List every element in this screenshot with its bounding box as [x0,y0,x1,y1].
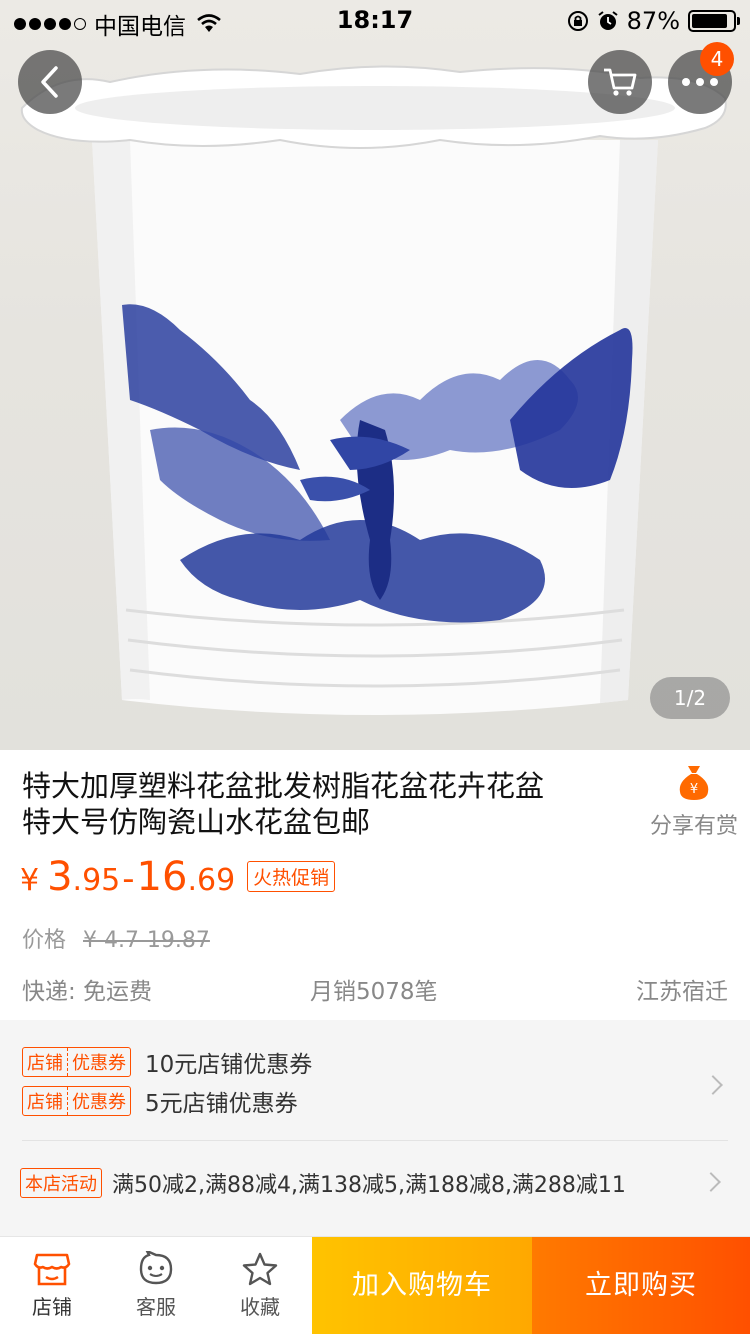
coupon-list[interactable]: 店铺 优惠券 10元店铺优惠券 店铺 优惠券 5元店铺优惠券 [22,1042,728,1140]
original-price-value: ¥ 4.7-19.87 [83,928,210,953]
product-info: 特大加厚塑料花盆批发树脂花盆花卉花盆 特大号仿陶瓷山水花盆包邮 ¥ 分享有赏 ¥… [0,750,750,1020]
svg-text:¥: ¥ [690,782,698,797]
store-activity[interactable]: 本店活动 满50减2,满88减4,满138减5,满188减8,满288减11 [20,1167,728,1199]
monthly-sales: 月销5078笔 [310,979,438,1005]
bottom-action-bar: 店铺 客服 收藏 加入购物车 立即购买 [0,1236,750,1334]
price-range-dash: - [122,859,135,899]
favorite-tab-label: 收藏 [240,1295,280,1319]
coupon-text: 5元店铺优惠券 [145,1090,298,1117]
original-price-label: 价格 [22,928,67,953]
star-icon [242,1252,278,1286]
product-title-line-1: 特大加厚塑料花盆批发树脂花盆花卉花盆 [22,769,545,803]
store-tab-label: 店铺 [32,1295,72,1319]
store-icon [33,1253,71,1286]
shipping-fee: 快递: 免运费 [22,979,153,1005]
orientation-lock-icon [567,11,588,31]
chat-face-icon [139,1251,173,1285]
chevron-right-icon [703,1075,723,1095]
battery-percent: 87% [626,7,680,35]
original-price: 价格 ¥ 4.7-19.87 [22,922,210,954]
share-label: 分享有赏 [649,814,738,839]
alarm-icon [598,11,618,30]
product-image-gallery[interactable]: 中国电信 18:17 87% 4 1/2 [0,0,750,750]
ship-from-location: 江苏宿迁 [636,979,728,1005]
status-bar: 中国电信 18:17 87% [0,0,750,40]
divider [22,1140,728,1141]
product-title: 特大加厚塑料花盆批发树脂花盆花卉花盆 特大号仿陶瓷山水花盆包邮 [22,768,622,840]
coupon-tag: 店铺 优惠券 [22,1046,131,1077]
cart-button[interactable] [588,50,652,114]
activity-tag: 本店活动 [20,1168,102,1198]
more-dots-icon [682,78,718,86]
promotions-section: 店铺 优惠券 10元店铺优惠券 店铺 优惠券 5元店铺优惠券 [0,1020,750,1236]
share-button[interactable]: ¥ 分享有赏 [642,764,746,840]
price-high-decimal: .69 [187,863,236,898]
store-tab[interactable]: 店铺 [0,1237,104,1334]
coupon-text: 10元店铺优惠券 [145,1051,313,1078]
buy-now-button[interactable]: 立即购买 [532,1237,750,1334]
customer-service-tab-label: 客服 [136,1295,176,1319]
add-to-cart-button[interactable]: 加入购物车 [312,1237,532,1334]
back-button[interactable] [18,50,82,114]
coupon-tag: 店铺 优惠券 [22,1085,131,1116]
battery-icon [688,10,740,32]
shopping-cart-icon [604,68,637,96]
currency-symbol: ¥ [20,863,40,898]
notification-badge: 4 [700,42,734,76]
chevron-left-icon [41,66,58,98]
price-low-integer: 3 [47,854,73,900]
product-image [20,65,727,715]
price: ¥ 3 .95 - 16 .69 火热促销 [20,854,336,900]
favorite-tab[interactable]: 收藏 [208,1237,312,1334]
customer-service-tab[interactable]: 客服 [104,1237,208,1334]
coupon-item[interactable]: 店铺 优惠券 5元店铺优惠券 [22,1081,728,1120]
promo-tag: 火热促销 [247,861,336,892]
image-pager: 1/2 [650,677,730,719]
coupon-item[interactable]: 店铺 优惠券 10元店铺优惠券 [22,1042,728,1081]
price-high-integer: 16 [136,854,188,900]
activity-text: 满50减2,满88减4,满138减5,满188减8,满288减11 [112,1173,626,1198]
chevron-right-icon [701,1172,721,1192]
money-bag-icon: ¥ [679,766,709,800]
product-title-line-2: 特大号仿陶瓷山水花盆包邮 [22,805,371,839]
price-low-decimal: .95 [72,863,121,898]
